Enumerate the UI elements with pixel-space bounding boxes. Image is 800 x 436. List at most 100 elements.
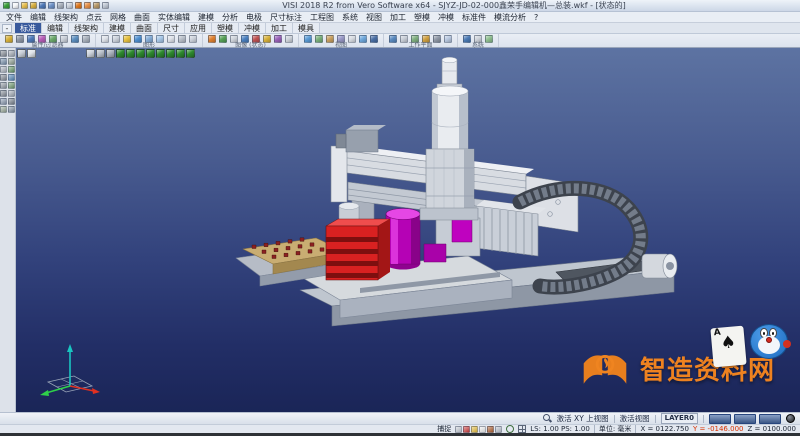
ribbon-tab[interactable]: 冲模 <box>239 23 266 33</box>
menu-item[interactable]: 分析 <box>218 12 242 23</box>
viewport-3d[interactable]: 智造资料网 A ♠ <box>16 48 800 412</box>
menu-item[interactable]: 线架构 <box>50 12 82 23</box>
open-folder-icon[interactable] <box>21 2 28 9</box>
menu-item[interactable]: 编辑 <box>26 12 50 23</box>
snapshot-icon[interactable] <box>285 35 293 43</box>
side-view-icon[interactable] <box>326 35 334 43</box>
side-tool-icon[interactable] <box>0 98 7 105</box>
side-tool-icon[interactable] <box>8 98 15 105</box>
perspective-icon[interactable] <box>189 35 197 43</box>
qat-dropdown-icon[interactable] <box>102 2 109 9</box>
side-tool-icon[interactable] <box>0 50 7 57</box>
ribbon-tab[interactable]: 编辑 <box>42 23 69 33</box>
named-view-icon[interactable] <box>348 35 356 43</box>
menu-item[interactable]: 加工 <box>386 12 410 23</box>
app-logo-icon[interactable] <box>3 2 10 9</box>
ribbon-tab[interactable]: 应用 <box>185 23 212 33</box>
snap-gray-icon[interactable] <box>495 426 502 433</box>
side-tool-icon[interactable] <box>8 66 15 73</box>
side-tool-icon[interactable] <box>0 74 7 81</box>
side-tool-icon[interactable] <box>0 82 7 89</box>
side-tool-icon[interactable] <box>0 58 7 65</box>
snap-red-icon[interactable] <box>463 426 470 433</box>
multi-view-icon[interactable] <box>370 35 378 43</box>
model-end-roller[interactable] <box>642 254 677 278</box>
menu-item[interactable]: 实体编辑 <box>154 12 194 23</box>
menu-item[interactable]: 电极 <box>242 12 266 23</box>
magnifier-icon[interactable] <box>543 414 552 423</box>
workplane-origin-icon[interactable] <box>433 35 441 43</box>
menu-item[interactable]: 尺寸标注 <box>266 12 306 23</box>
wireframe-icon[interactable] <box>167 35 175 43</box>
collapse-tabs-button[interactable]: - <box>2 24 12 33</box>
view-manager-icon[interactable] <box>359 35 367 43</box>
menu-item[interactable]: 系统 <box>338 12 362 23</box>
snap-point-icon[interactable] <box>455 426 462 433</box>
snap-yellow-icon[interactable] <box>471 426 478 433</box>
info-icon[interactable] <box>82 35 90 43</box>
hidden-line-icon[interactable] <box>178 35 186 43</box>
redo-icon[interactable] <box>84 2 91 9</box>
menu-item[interactable]: 曲面 <box>130 12 154 23</box>
undo-icon[interactable] <box>75 2 82 9</box>
top-view-icon[interactable] <box>304 35 312 43</box>
color-attribute-icon[interactable] <box>5 35 13 43</box>
import-folder-icon[interactable] <box>30 2 37 9</box>
line-style-icon[interactable] <box>16 35 24 43</box>
shade-icon[interactable] <box>156 35 164 43</box>
side-tool-icon[interactable] <box>8 90 15 97</box>
menu-item[interactable]: 网格 <box>106 12 130 23</box>
view-label[interactable]: 激活视图 <box>620 413 650 424</box>
copy-icon[interactable] <box>66 2 73 9</box>
workplane-icon[interactable] <box>389 35 397 43</box>
menu-item[interactable]: 工程图 <box>306 12 338 23</box>
layer-indicator[interactable]: LAYER0 <box>661 413 698 424</box>
ribbon-tab[interactable]: 标准 <box>15 23 42 33</box>
menu-item[interactable]: ? <box>530 12 542 23</box>
side-tool-icon[interactable] <box>8 58 15 65</box>
menu-item[interactable]: 视图 <box>362 12 386 23</box>
ribbon-tab[interactable]: 尺寸 <box>158 23 185 33</box>
menu-item[interactable]: 点云 <box>82 12 106 23</box>
pan-icon[interactable] <box>134 35 142 43</box>
snap-brown-icon[interactable] <box>487 426 494 433</box>
workplane-reset-icon[interactable] <box>444 35 452 43</box>
redraw-icon[interactable] <box>101 35 109 43</box>
grid-icon[interactable] <box>518 425 526 433</box>
side-tool-icon[interactable] <box>8 82 15 89</box>
ribbon-tab[interactable]: 建模 <box>104 23 131 33</box>
side-tool-icon[interactable] <box>0 66 7 73</box>
side-tool-icon[interactable] <box>0 90 7 97</box>
side-tool-icon[interactable] <box>8 74 15 81</box>
stamp-icon[interactable] <box>93 2 100 9</box>
ribbon-tab[interactable]: 模具 <box>293 23 320 33</box>
menu-item[interactable]: 标准件 <box>458 12 490 23</box>
front-view-icon[interactable] <box>315 35 323 43</box>
active-view-label[interactable]: 激活 XY 上视图 <box>557 413 609 424</box>
save-view-icon[interactable] <box>219 35 227 43</box>
side-tool-icon[interactable] <box>8 50 15 57</box>
new-file-icon[interactable] <box>12 2 19 9</box>
zoom-window-icon[interactable] <box>112 35 120 43</box>
workplane-by-face-icon[interactable] <box>400 35 408 43</box>
side-tool-icon[interactable] <box>0 106 7 113</box>
system-settings-icon[interactable] <box>463 35 471 43</box>
ribbon-tab[interactable]: 塑模 <box>212 23 239 33</box>
snap-white-icon[interactable] <box>479 426 486 433</box>
print-icon[interactable] <box>57 2 64 9</box>
ribbon-tab[interactable]: 曲面 <box>131 23 158 33</box>
model-red-coil[interactable] <box>326 203 390 281</box>
menu-item[interactable]: 塑模 <box>410 12 434 23</box>
side-tool-icon[interactable] <box>8 106 15 113</box>
view-preset-button[interactable] <box>709 414 731 424</box>
macro-icon[interactable] <box>485 35 493 43</box>
view-preset-button[interactable] <box>759 414 781 424</box>
ribbon-tab[interactable]: 线架构 <box>69 23 104 33</box>
background-icon[interactable] <box>274 35 282 43</box>
view-preset-button[interactable] <box>734 414 756 424</box>
save-icon[interactable] <box>39 2 46 9</box>
menu-item[interactable]: 文件 <box>2 12 26 23</box>
ribbon-tab[interactable]: 加工 <box>266 23 293 33</box>
render-mode-sphere-icon[interactable] <box>786 414 795 423</box>
view-state-icon[interactable] <box>208 35 216 43</box>
